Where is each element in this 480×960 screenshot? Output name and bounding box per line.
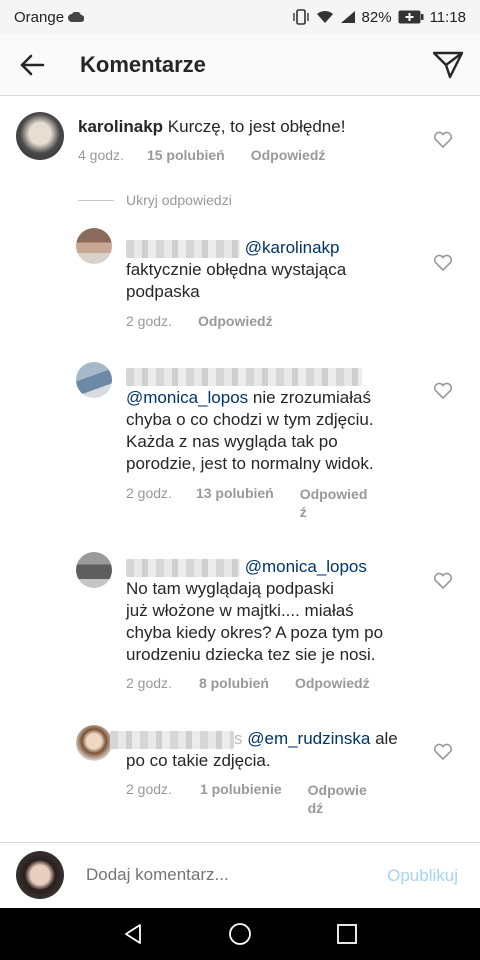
mention-link[interactable]: @monica_lopos [126, 388, 248, 407]
avatar [16, 851, 64, 899]
mention-link[interactable]: @karolinakp [245, 238, 340, 257]
heart-icon[interactable] [433, 130, 453, 148]
comment-body: @monica_lopos No tam wyglądają podpaski … [126, 556, 426, 666]
nav-recents-button[interactable] [327, 914, 367, 954]
carrier-label: Orange [14, 8, 65, 26]
comment-text: chyba o co chodzi w tym zdjęciu. [126, 410, 374, 429]
comment-body: s @em_rudzinska ale po co takie zdjęcia. [110, 728, 426, 772]
arrow-left-icon [20, 54, 45, 75]
comment-text: ale [375, 729, 398, 748]
page-title: Komentarze [80, 51, 206, 77]
comment-time: 2 godz. [126, 781, 172, 797]
blurred-username [126, 558, 240, 577]
share-button[interactable] [416, 34, 480, 96]
wifi-icon [316, 10, 334, 24]
header: Komentarze [0, 34, 480, 96]
comment-text: Każda z nas wygląda tak po [126, 432, 338, 451]
circle-home-icon [229, 923, 251, 945]
blurred-username [110, 730, 234, 749]
avatar[interactable] [76, 725, 112, 761]
reply-button[interactable]: Odpowiedź [295, 675, 370, 691]
system-nav-bar [0, 908, 480, 960]
comment-text: nie zrozumiałaś [252, 388, 371, 407]
avatar[interactable] [76, 228, 112, 264]
heart-icon[interactable] [433, 742, 453, 760]
comment-text: po co takie zdjęcia. [126, 751, 271, 770]
comment-meta: 2 godz. 8 polubień Odpowiedź [126, 675, 370, 691]
comment-text: porodzie, jest to normalny widok. [126, 454, 374, 473]
cloud-icon [68, 12, 85, 22]
square-recents-icon [336, 924, 357, 944]
comment-text: No tam wyglądają podpaski [126, 579, 334, 598]
battery-icon [398, 10, 424, 24]
nav-back-button[interactable] [113, 914, 153, 954]
comment-text: Kurczę, to jest obłędne! [167, 117, 346, 136]
hide-replies-label: Ukryj odpowiedzi [126, 192, 232, 208]
comment-input[interactable] [86, 865, 366, 885]
comment-body: karolinakp Kurczę, to jest obłędne! [78, 116, 418, 138]
reply-label: Odpowie [307, 782, 367, 798]
comment-time: 2 godz. [126, 485, 172, 501]
comment-text: podpaska [126, 282, 200, 301]
heart-icon[interactable] [433, 381, 453, 399]
comment-body: @karolinakp faktycznie obłędna wystająca… [126, 237, 426, 303]
send-icon [432, 51, 464, 78]
username-fragment: s [234, 729, 243, 748]
reply-button[interactable]: Odpowiedź [251, 147, 326, 163]
comment-text: już włożone w majtki.... miałaś [126, 601, 354, 620]
nav-home-button[interactable] [220, 914, 260, 954]
signal-icon [340, 10, 356, 24]
comment-likes[interactable]: 1 polubienie [200, 781, 282, 817]
blurred-username [126, 367, 362, 386]
reply-label: ź [299, 504, 307, 520]
comment-likes[interactable]: 15 polubień [147, 147, 225, 163]
divider [78, 199, 114, 201]
comment-meta: 4 godz. 15 polubień Odpowiedź [78, 147, 325, 163]
back-button[interactable] [0, 34, 64, 96]
status-bar: Orange 82% 11:18 [0, 0, 480, 34]
comment-meta: 2 godz. Odpowiedź [126, 313, 273, 329]
mention-link[interactable]: @monica_lopos [245, 557, 367, 576]
comment-username[interactable]: karolinakp [78, 117, 163, 136]
comment-text: urodzeniu dziecka tez sie je nosi. [126, 645, 376, 664]
avatar[interactable] [76, 552, 112, 588]
reply-label: Odpowied [299, 486, 368, 502]
heart-icon[interactable] [433, 253, 453, 271]
clock: 11:18 [429, 8, 466, 26]
comment-time: 2 godz. [126, 675, 172, 691]
publish-button[interactable]: Opublikuj [387, 866, 458, 886]
avatar[interactable] [76, 362, 112, 398]
reply-button[interactable]: Odpowie dź [308, 781, 367, 817]
comment-time: 2 godz. [126, 313, 172, 329]
comment-likes[interactable]: 8 polubień [199, 675, 269, 691]
avatar[interactable] [16, 112, 64, 160]
heart-icon[interactable] [433, 571, 453, 589]
hide-replies-toggle[interactable]: Ukryj odpowiedzi [78, 192, 232, 208]
comment-meta: 2 godz. 1 polubienie Odpowie dź [126, 781, 367, 817]
reply-label: dź [307, 800, 324, 816]
comment-text: chyba kiedy okres? A poza tym po [126, 623, 384, 642]
comment-time: 4 godz. [78, 147, 124, 163]
battery-percent: 82% [361, 8, 392, 26]
comment-text: faktycznie obłędna wystająca [126, 260, 347, 279]
mention-link[interactable]: @em_rudzinska [247, 729, 370, 748]
reply-button[interactable]: Odpowied ź [300, 485, 368, 521]
comment-composer: Opublikuj [0, 842, 480, 908]
blurred-username [126, 239, 240, 258]
comment-body: @monica_lopos nie zrozumiałaś chyba o co… [126, 365, 426, 475]
comment-likes[interactable]: 13 polubień [196, 485, 274, 521]
triangle-back-icon [125, 924, 142, 944]
reply-button[interactable]: Odpowiedź [198, 313, 273, 329]
vibrate-icon [292, 9, 310, 25]
comment-meta: 2 godz. 13 polubień Odpowied ź [126, 485, 367, 521]
